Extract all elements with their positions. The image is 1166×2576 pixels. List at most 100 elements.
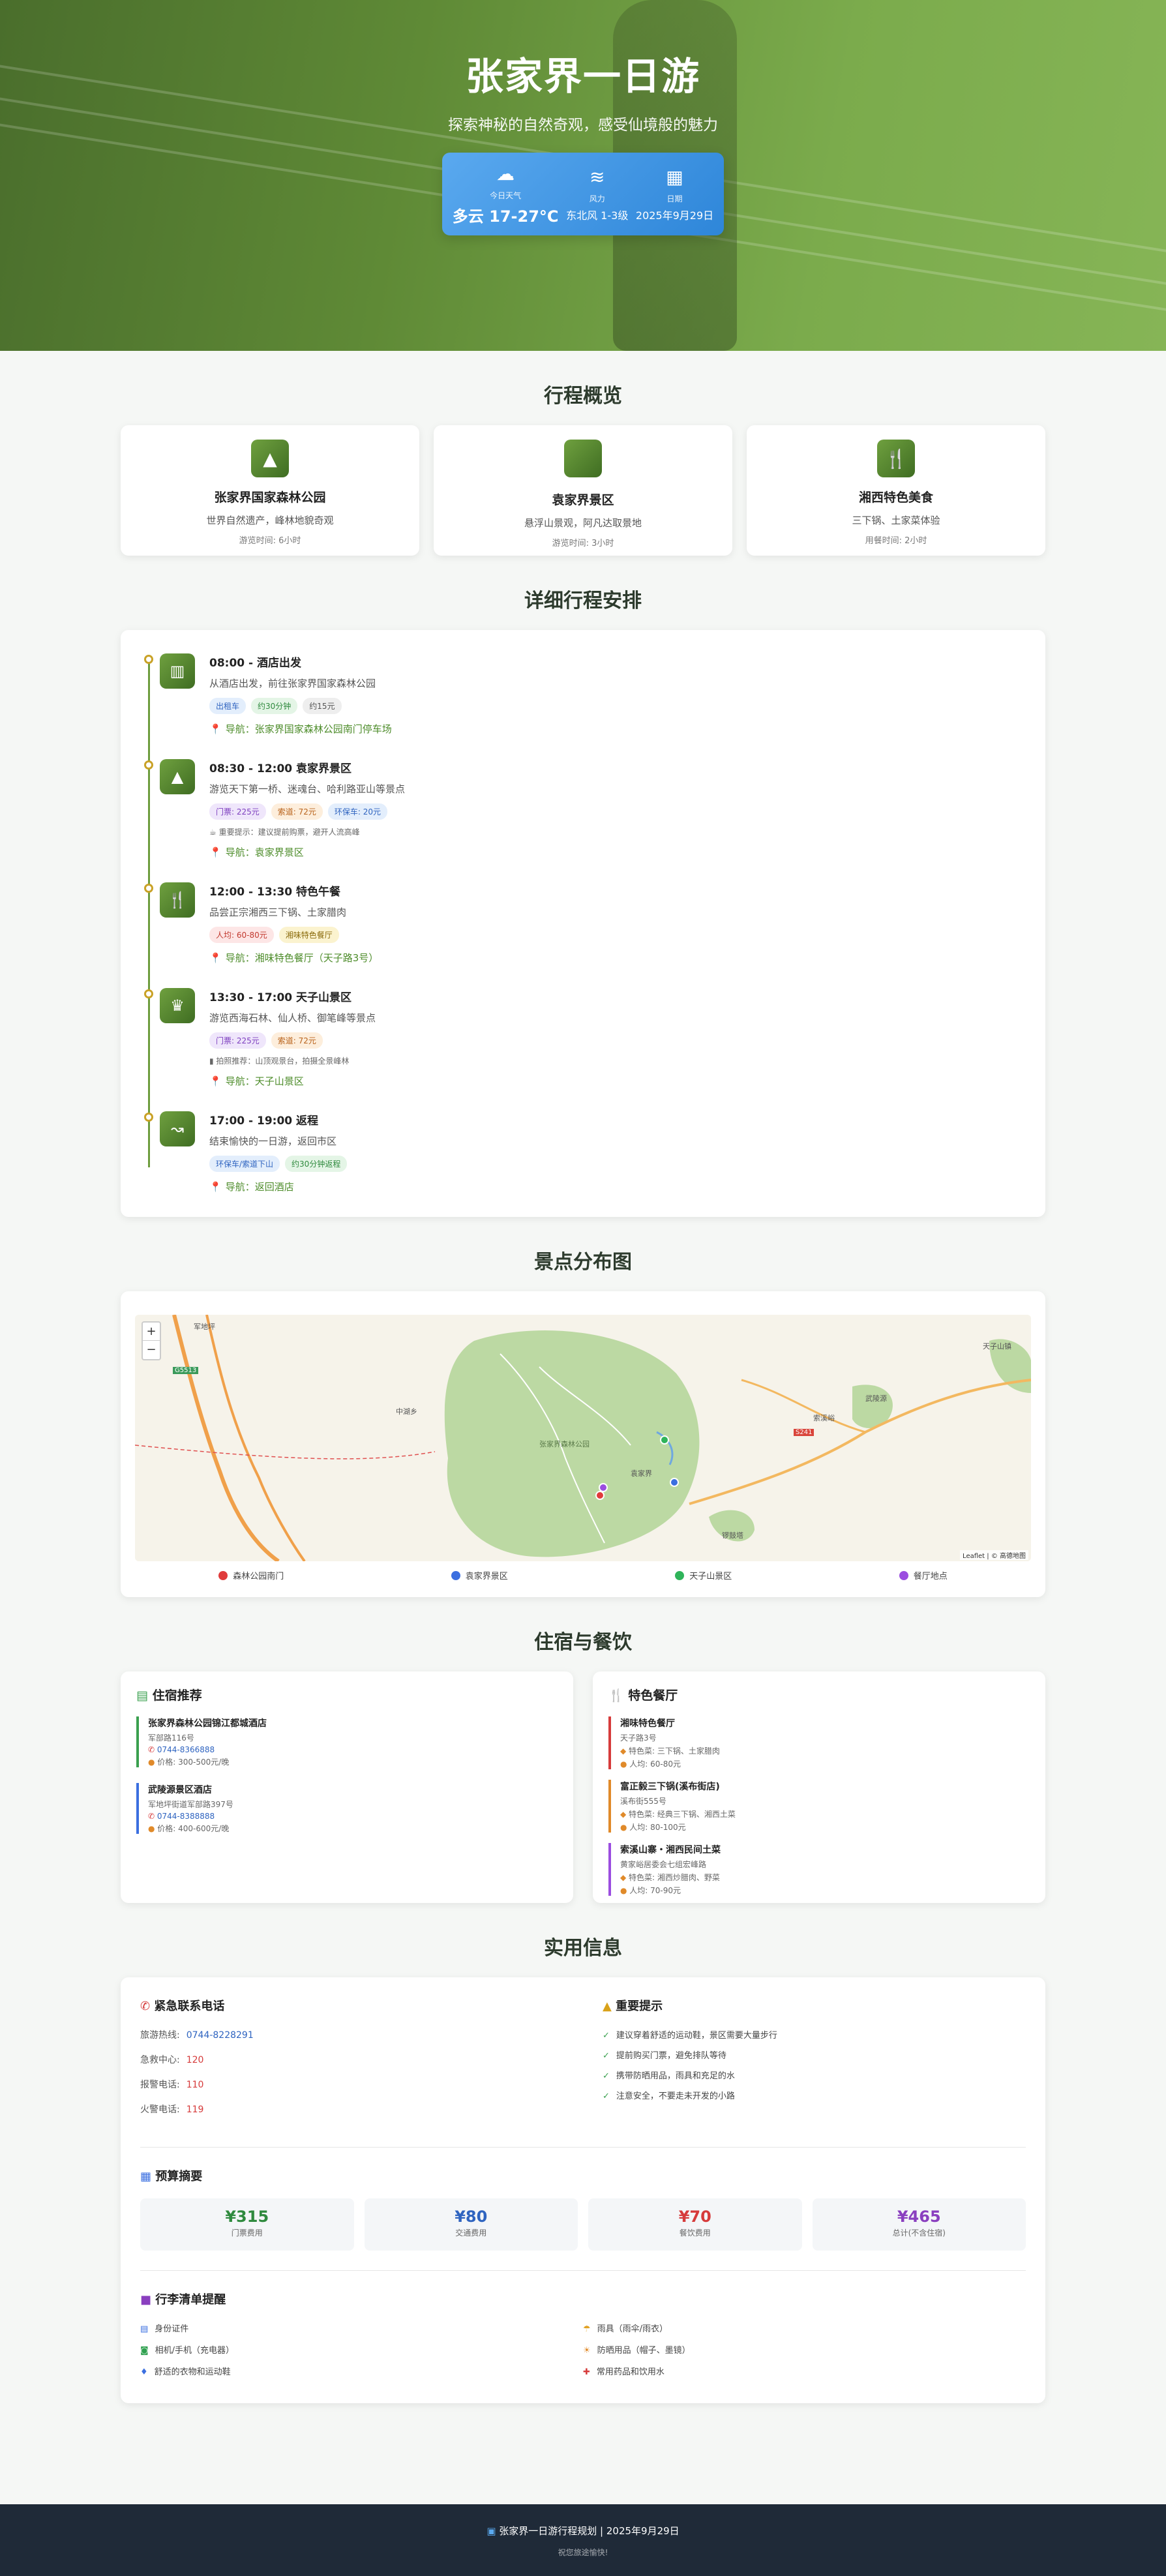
footer-title: ▣ 张家界一日游行程规划 | 2025年9月29日 — [486, 2525, 680, 2537]
hero-banner: 张家界一日游 探索神秘的自然奇观，感受仙境般的魅力 ☁ 今日天气 多云 17-2… — [0, 0, 1166, 351]
square-icon — [564, 440, 602, 477]
pin-icon: 📍 — [209, 1181, 222, 1193]
hotel-item: 武陵源景区酒店 军地坪街道军部路397号 ✆ 0744-8388888 ● 价格… — [136, 1783, 558, 1834]
pack-item: ▤ 身份证件 — [140, 2324, 189, 2334]
contact-number[interactable]: 120 — [187, 2055, 204, 2065]
map-canvas[interactable]: + − 张家界森林公园 天子山镇 袁家界 武陵源 锣鼓塔 索溪峪 军地坪 中湖乡… — [135, 1315, 1031, 1561]
schedule-title: 详细行程安排 — [524, 590, 642, 612]
calendar-icon: ▦ — [666, 166, 683, 188]
legend-item: 森林公园南门 — [218, 1569, 284, 1581]
calculator-icon: ▦ — [140, 2170, 156, 2183]
pack-item: ◙ 相机/手机（充电器） — [140, 2346, 235, 2356]
zoom-in-button[interactable]: + — [143, 1323, 160, 1341]
overview-title: 行程概览 — [544, 385, 622, 408]
map-label: G5513 — [173, 1367, 199, 1374]
contact-row: 报警电话: 110 — [140, 2080, 204, 2090]
navigation-link[interactable]: 📍 导航：返回酒店 — [209, 1180, 352, 1193]
zoom-out-button[interactable]: − — [143, 1341, 160, 1359]
id-card-icon: ▤ — [140, 2324, 149, 2334]
info-title: 实用信息 — [544, 1937, 622, 1960]
marker-yuanjiajie[interactable] — [670, 1478, 679, 1487]
footer: ▣ 张家界一日游行程规划 | 2025年9月29日 祝您旅途愉快! — [0, 2504, 1166, 2576]
budget-summary: ¥315 门票费用 ¥80 交通费用 ¥70 餐饮费用 ¥465 总计(不含住宿) — [140, 2198, 1026, 2251]
map-label: 军地坪 — [194, 1323, 215, 1331]
check-icon: ✓ — [603, 2091, 610, 2101]
hotel-item: 张家界森林公园锦江都城酒店 军部路116号 ✆ 0744-8366888 ● 价… — [136, 1716, 558, 1767]
contact-row: 火警电话: 119 — [140, 2104, 204, 2115]
mountain-icon: ▲ — [251, 440, 289, 477]
navigation-link[interactable]: 📍 导航：天子山景区 — [209, 1074, 376, 1088]
weather-wind: ≋ 风力 东北风 1-3级 — [566, 166, 629, 222]
budget-item: ¥465 总计(不含住宿) — [812, 2198, 1026, 2251]
phone-icon: ✆ — [148, 1745, 157, 1754]
map-label: 天子山镇 — [983, 1342, 1011, 1351]
weather-date: ▦ 日期 2025年9月29日 — [635, 166, 714, 222]
camera-icon: ◙ — [140, 2346, 149, 2356]
price-icon: ● — [148, 1824, 158, 1833]
sun-icon: ☀ — [583, 2346, 591, 2356]
pack-item: ☀ 防晒用品（帽子、墨镜） — [583, 2346, 691, 2356]
footer-note: 祝您旅途愉快! — [558, 2548, 608, 2557]
restaurant-item: 湘味特色餐厅 天子路3号 ◆ 特色菜: 三下锅、土家腊肉 ● 人均: 60-80… — [608, 1716, 1030, 1769]
stay-title: 住宿与餐饮 — [534, 1631, 632, 1654]
page-subtitle: 探索神秘的自然奇观，感受仙境般的魅力 — [448, 117, 718, 134]
timeline: ▥ 08:00 - 酒店出发 从酒店出发，前往张家界国家森林公园 出租车 约30分… — [140, 653, 1026, 1193]
mountain-icon: ▲ — [160, 759, 195, 794]
map-attribution: Leaflet | © 高德地图 — [960, 1550, 1028, 1560]
navigation-link[interactable]: 📍 导航：张家界国家森林公园南门停车场 — [209, 722, 392, 736]
divider — [140, 2147, 1026, 2148]
tips-block: ▲ 重要提示 ✓ 建议穿着舒适的运动鞋，景区需要大量步行 ✓ 提前购买门票，避免排队… — [603, 1997, 1026, 2127]
hotel-phone[interactable]: ✆ 0744-8366888 — [148, 1745, 558, 1754]
timeline-step: 🍴 12:00 - 13:30 特色午餐 品尝正宗湘西三下锅、土家腊肉 人均: … — [144, 882, 1026, 965]
dish-icon: ◆ — [620, 1746, 629, 1756]
page-title: 张家界一日游 — [465, 54, 700, 98]
dish-icon: ◆ — [620, 1810, 629, 1819]
tip-item: ✓ 携带防晒用品，雨具和充足的水 — [603, 2071, 735, 2081]
dish-icon: ◆ — [620, 1873, 629, 1882]
shirt-icon: ♦ — [140, 2367, 148, 2377]
marker-forest-gate[interactable] — [595, 1491, 605, 1500]
map-label: 锣鼓塔 — [722, 1531, 743, 1540]
schedule-panel: ▥ 08:00 - 酒店出发 从酒店出发，前往张家界国家森林公园 出租车 约30分… — [121, 630, 1045, 1217]
budget-item: ¥70 餐饮费用 — [588, 2198, 802, 2251]
map-title: 景点分布图 — [534, 1251, 632, 1274]
weather-today: ☁ 今日天气 多云 17-27°C — [452, 162, 559, 226]
utensils-icon: 🍴 — [160, 882, 195, 918]
pin-icon: 📍 — [209, 723, 222, 735]
budget-item: ¥80 交通费用 — [364, 2198, 578, 2251]
utensils-icon: 🍴 — [608, 1688, 629, 1703]
check-icon: ✓ — [603, 2031, 610, 2041]
map-label: 索溪峪 — [813, 1414, 835, 1422]
pin-icon: 📍 — [209, 846, 222, 858]
overview-card: ▲ 张家界国家森林公园 世界自然遗产，峰林地貌奇观 游览时间: 6小时 — [121, 425, 419, 556]
contact-number[interactable]: 119 — [187, 2104, 204, 2115]
price-icon: ● — [620, 1886, 630, 1895]
tip-item: ✓ 建议穿着舒适的运动鞋，景区需要大量步行 — [603, 2031, 777, 2041]
hotel-icon: ▤ — [136, 1688, 153, 1703]
timeline-step: ↝ 17:00 - 19:00 返程 结束愉快的一日游，返回市区 环保车/索道下… — [144, 1111, 1026, 1193]
timeline-dot — [144, 760, 153, 770]
contact-number[interactable]: 0744-8228291 — [187, 2030, 254, 2041]
restaurant-panel: 🍴 特色餐厅 湘味特色餐厅 天子路3号 ◆ 特色菜: 三下锅、土家腊肉 ● 人均… — [593, 1671, 1045, 1903]
contacts-block: ✆ 紧急联系电话 旅游热线: 0744-8228291 急救中心: 120 报警电话… — [140, 1997, 563, 2127]
hotel-phone[interactable]: ✆ 0744-8388888 — [148, 1812, 558, 1821]
timeline-dot — [144, 1113, 153, 1122]
contact-number[interactable]: 110 — [187, 2080, 204, 2090]
medicine-icon: ✚ — [583, 2367, 590, 2377]
pack-item: ☂ 雨具（雨伞/雨衣） — [583, 2324, 668, 2334]
timeline-dot — [144, 884, 153, 893]
pin-icon: 📍 — [209, 1075, 222, 1087]
stay-section: ▤ 住宿推荐 张家界森林公园锦江都城酒店 军部路116号 ✆ 0744-8366… — [121, 1671, 1045, 1903]
packing-list: ▤ 身份证件 ☂ 雨具（雨伞/雨衣） ◙ 相机/手机（充电器） ☀ 防晒用品（帽子、墨镜… — [140, 2322, 1026, 2377]
timeline-line — [148, 660, 150, 1167]
map-tiles — [135, 1315, 1031, 1561]
marker-restaurant[interactable] — [599, 1483, 608, 1492]
navigation-link[interactable]: 📍 导航：湘味特色餐厅（天子路3号） — [209, 951, 378, 965]
restaurant-item: 富正毅三下锅(溪布街店) 溪布街555号 ◆ 特色菜: 经典三下锅、湘西土菜 ●… — [608, 1780, 1030, 1833]
marker-tianzishan[interactable] — [660, 1435, 669, 1445]
navigation-link[interactable]: 📍 导航：袁家界景区 — [209, 845, 405, 859]
budget-item: ¥315 门票费用 — [140, 2198, 354, 2251]
tip-item: ✓ 提前购买门票，避免排队等待 — [603, 2051, 726, 2061]
umbrella-icon: ☂ — [583, 2324, 591, 2334]
map-legend: 森林公园南门 袁家界景区 天子山景区 餐厅地点 — [135, 1569, 1031, 1581]
